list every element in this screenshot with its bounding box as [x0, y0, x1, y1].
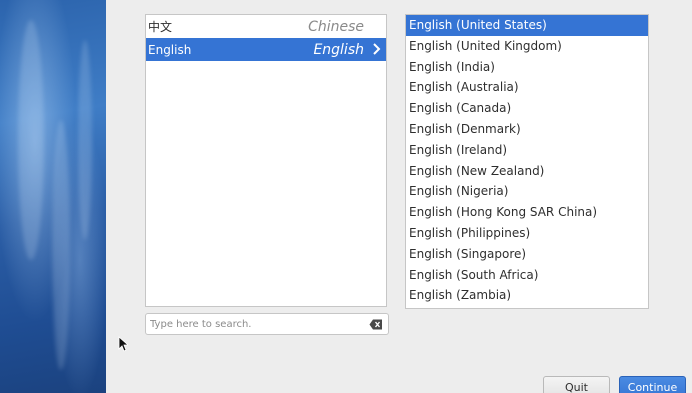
locale-item[interactable]: English (Ireland): [406, 140, 648, 161]
language-english-name: English: [313, 41, 364, 58]
continue-button[interactable]: Continue: [619, 376, 686, 393]
locale-item[interactable]: English (Philippines): [406, 223, 648, 244]
locale-item[interactable]: English (Hong Kong SAR China): [406, 202, 648, 223]
locale-item[interactable]: English (India): [406, 57, 648, 78]
locale-item[interactable]: English (Nigeria): [406, 181, 648, 202]
locale-item[interactable]: English (Australia): [406, 77, 648, 98]
chevron-right-icon: [373, 43, 381, 55]
search-input[interactable]: [150, 316, 360, 332]
language-native-name: 中文: [148, 20, 173, 34]
clear-icon[interactable]: [369, 319, 383, 330]
mouse-pointer-icon: [118, 336, 128, 352]
locale-item[interactable]: English (United States): [406, 15, 648, 36]
locale-item[interactable]: English (Denmark): [406, 119, 648, 140]
search-field[interactable]: [145, 313, 389, 335]
quit-button[interactable]: Quit: [543, 376, 610, 393]
locale-item[interactable]: English (Zambia): [406, 285, 648, 306]
locale-list[interactable]: English (United States) English (United …: [405, 14, 649, 309]
language-english-name: Chinese: [308, 18, 364, 35]
locale-item[interactable]: English (Singapore): [406, 244, 648, 265]
language-row-chinese[interactable]: 中文 Chinese: [146, 15, 386, 38]
locale-item[interactable]: English (Canada): [406, 98, 648, 119]
language-list[interactable]: 中文 Chinese English English: [145, 14, 387, 307]
locale-item[interactable]: English (New Zealand): [406, 161, 648, 182]
language-row-english[interactable]: English English: [146, 38, 386, 61]
language-native-name: English: [148, 42, 192, 57]
installer-sidebar: [0, 0, 106, 393]
locale-item[interactable]: English (South Africa): [406, 265, 648, 286]
locale-item[interactable]: English (United Kingdom): [406, 36, 648, 57]
